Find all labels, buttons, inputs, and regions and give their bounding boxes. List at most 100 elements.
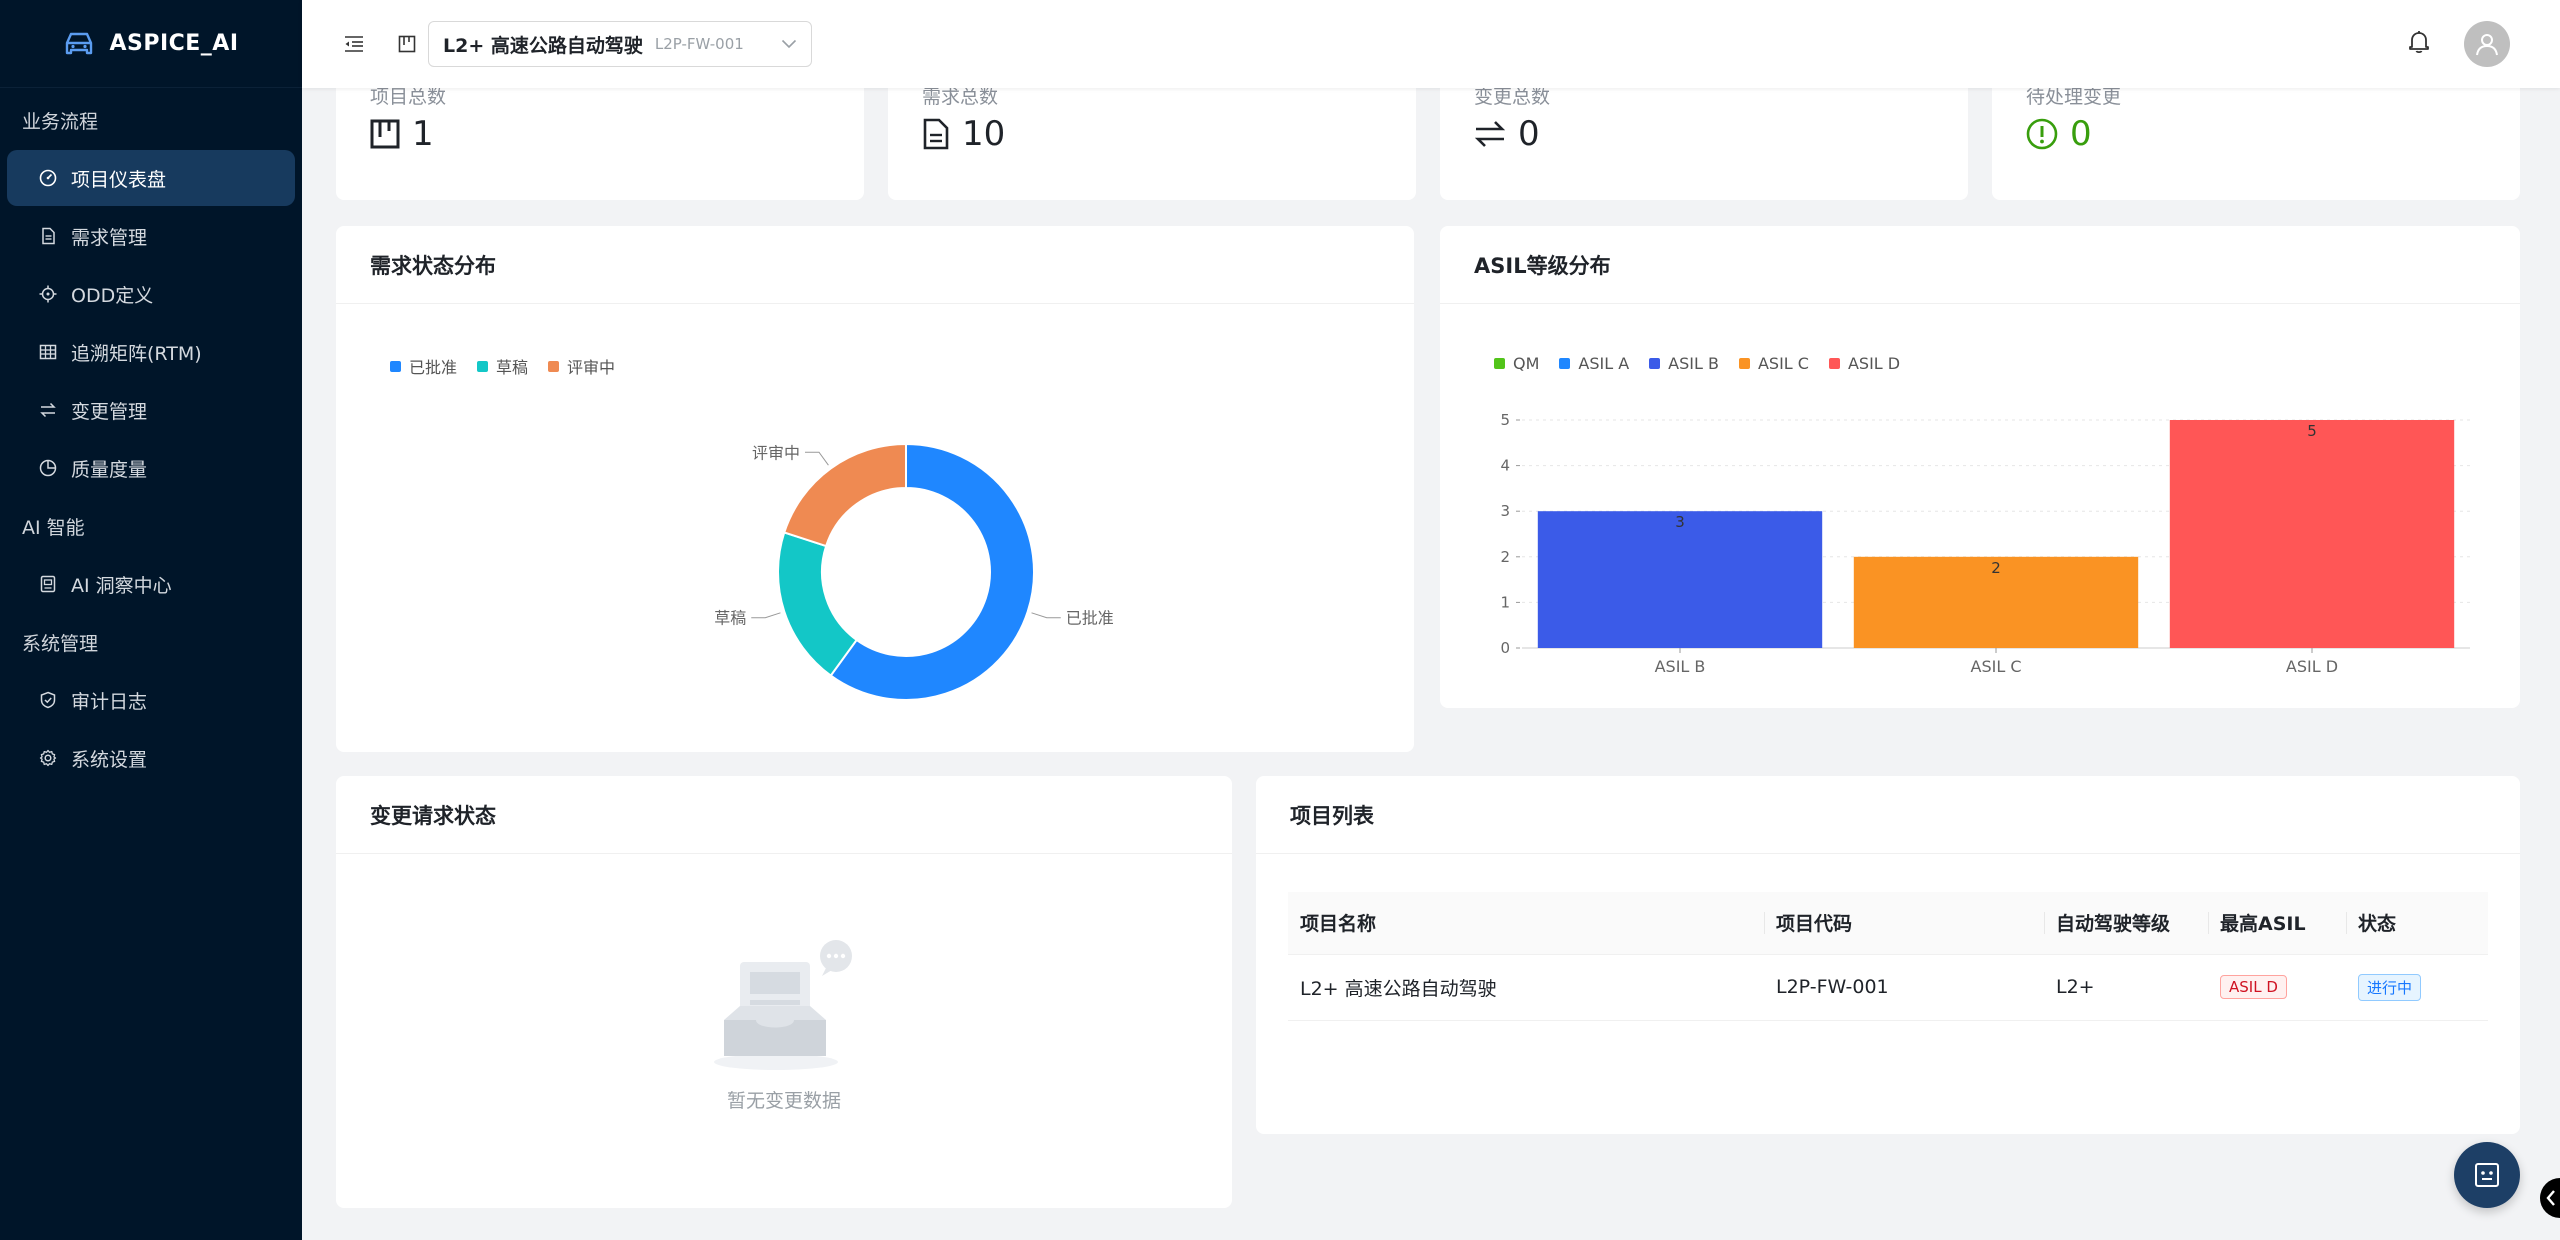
ai-assistant-button[interactable] bbox=[2454, 1142, 2520, 1208]
empty-inbox-icon bbox=[714, 940, 852, 1070]
table-row[interactable]: L2+ 高速公路自动驾驶 L2P-FW-001 L2+ ASIL D 进行中 bbox=[1288, 954, 2488, 1021]
x-tick-label: ASIL D bbox=[2286, 657, 2338, 676]
change-request-card: 变更请求状态 暂无变更数据 bbox=[336, 776, 1232, 1208]
table-icon bbox=[39, 344, 57, 360]
x-tick-label: ASIL C bbox=[1971, 657, 2022, 676]
sidebar-item-label: 追溯矩阵(RTM) bbox=[71, 342, 202, 365]
nav-group-business: 业务流程 项目仪表盘 需求管理 ODD定义 追溯矩阵(RTM) 变更管理 质量度… bbox=[0, 92, 302, 496]
slice-label: 评审中 bbox=[752, 443, 800, 462]
sidebar-item-rtm[interactable]: 追溯矩阵(RTM) bbox=[7, 324, 295, 380]
card-title: 项目列表 bbox=[1256, 776, 2520, 854]
robot-icon bbox=[2475, 1163, 2499, 1187]
side-collapse-button[interactable] bbox=[2540, 1178, 2560, 1218]
nav-group-title: 系统管理 bbox=[22, 632, 99, 655]
bar-value-label: 2 bbox=[1991, 559, 2001, 577]
sidebar-item-quality[interactable]: 质量度量 bbox=[7, 440, 295, 496]
user-icon bbox=[2476, 34, 2498, 56]
project-list-card: 项目列表 项目名称 项目代码 自动驾驶等级 最高ASIL 状态 L2+ 高速公路… bbox=[1256, 776, 2520, 1134]
sidebar-item-ai-insights[interactable]: AI 洞察中心 bbox=[7, 556, 295, 612]
project-select-name: L2+ 高速公路自动驾驶 bbox=[443, 34, 643, 57]
column-header-code: 项目代码 bbox=[1764, 892, 2044, 955]
card-title: ASIL等级分布 bbox=[1440, 226, 2520, 304]
y-tick-label: 2 bbox=[1500, 548, 1510, 566]
sidebar-item-audit-log[interactable]: 审计日志 bbox=[7, 672, 295, 728]
cell-status: 进行中 bbox=[2346, 954, 2488, 1021]
stat-value: 0 bbox=[1474, 114, 1540, 154]
cell-max-asil: ASIL D bbox=[2208, 954, 2346, 1021]
cell-project-name: L2+ 高速公路自动驾驶 bbox=[1288, 954, 1764, 1021]
table-header-row: 项目名称 项目代码 自动驾驶等级 最高ASIL 状态 bbox=[1288, 892, 2488, 955]
bar[interactable] bbox=[1537, 511, 1823, 648]
car-icon bbox=[66, 32, 93, 54]
sidebar-item-odd[interactable]: ODD定义 bbox=[7, 266, 295, 322]
empty-text: 暂无变更数据 bbox=[726, 1090, 841, 1112]
sidebar-item-dashboard[interactable]: 项目仪表盘 bbox=[7, 150, 295, 206]
project-table: 项目名称 项目代码 自动驾驶等级 最高ASIL 状态 L2+ 高速公路自动驾驶 … bbox=[1288, 892, 2488, 1021]
nav-group-ai: AI 智能 AI 洞察中心 bbox=[0, 498, 302, 612]
sidebar-item-label: 质量度量 bbox=[71, 458, 148, 481]
y-tick-label: 0 bbox=[1500, 639, 1510, 657]
stat-value: 1 bbox=[370, 114, 434, 154]
donut-slice[interactable] bbox=[783, 442, 907, 548]
column-header-asil: 最高ASIL bbox=[2208, 892, 2346, 955]
card-title: 需求状态分布 bbox=[336, 226, 1414, 304]
slice-label: 已批准 bbox=[1066, 609, 1114, 628]
sidebar-item-label: 需求管理 bbox=[71, 226, 148, 249]
stat-value: 0 bbox=[2026, 114, 2092, 154]
stat-number: 0 bbox=[1518, 114, 1540, 154]
slice-label: 草稿 bbox=[714, 609, 746, 628]
sidebar-item-label: ODD定义 bbox=[71, 284, 154, 307]
stat-card-projects: 项目总数 1 bbox=[336, 80, 864, 200]
project-icon bbox=[398, 35, 416, 53]
slice-label-line bbox=[1031, 612, 1061, 619]
column-header-level: 自动驾驶等级 bbox=[2044, 892, 2208, 955]
exclamation-circle-icon bbox=[2026, 118, 2058, 150]
nav-group-title: AI 智能 bbox=[22, 516, 85, 539]
sidebar-item-requirements[interactable]: 需求管理 bbox=[7, 208, 295, 264]
swap-icon bbox=[40, 402, 56, 418]
header-actions bbox=[2408, 21, 2510, 67]
sidebar-item-label: AI 洞察中心 bbox=[71, 574, 172, 597]
column-header-status: 状态 bbox=[2346, 892, 2488, 955]
stat-number: 0 bbox=[2070, 114, 2092, 154]
notification-button[interactable] bbox=[2408, 30, 2430, 58]
donut-slice[interactable] bbox=[777, 531, 859, 677]
status-badge: 进行中 bbox=[2358, 973, 2422, 1001]
dashboard-icon bbox=[39, 169, 57, 187]
stat-number: 1 bbox=[412, 114, 434, 154]
robot-icon bbox=[40, 575, 56, 593]
y-tick-label: 5 bbox=[1500, 411, 1510, 429]
nav-group-title: 业务流程 bbox=[22, 110, 99, 133]
stat-card-changes: 变更总数 0 bbox=[1440, 80, 1968, 200]
bar-value-label: 3 bbox=[1675, 513, 1685, 531]
empty-state: 暂无变更数据 bbox=[336, 936, 1232, 1113]
sidebar-item-settings[interactable]: 系统设置 bbox=[7, 730, 295, 786]
column-header-name: 项目名称 bbox=[1288, 892, 1764, 955]
nav-group-system: 系统管理 审计日志 系统设置 bbox=[0, 614, 302, 786]
sidebar-item-label: 项目仪表盘 bbox=[71, 168, 167, 191]
y-tick-label: 3 bbox=[1500, 502, 1510, 520]
app-logo[interactable]: ASPICE_AI bbox=[0, 0, 302, 88]
sidebar-item-change[interactable]: 变更管理 bbox=[7, 382, 295, 438]
bar[interactable] bbox=[2169, 420, 2455, 648]
menu-fold-icon bbox=[345, 36, 363, 52]
chevron-left-icon bbox=[2546, 1190, 2555, 1206]
stat-value: 10 bbox=[922, 114, 1005, 154]
sidebar-item-label: 系统设置 bbox=[71, 748, 148, 771]
avatar[interactable] bbox=[2464, 21, 2510, 67]
app-title: ASPICE_AI bbox=[109, 31, 239, 56]
project-icon bbox=[370, 119, 400, 149]
target-icon bbox=[39, 285, 57, 303]
file-icon bbox=[923, 118, 949, 150]
y-tick-label: 4 bbox=[1500, 457, 1510, 475]
menu-fold-button[interactable] bbox=[344, 35, 364, 53]
project-select[interactable]: L2+ 高速公路自动驾驶 L2P-FW-001 bbox=[428, 21, 812, 67]
requirement-status-chart: 已批准 草稿 评审中 bbox=[714, 442, 1114, 701]
sidebar: ASPICE_AI 业务流程 项目仪表盘 需求管理 ODD定义 追溯矩阵(RTM… bbox=[0, 0, 302, 1240]
slice-label-line bbox=[805, 451, 829, 466]
stat-card-pending-changes: 待处理变更 0 bbox=[1992, 80, 2520, 200]
swap-icon bbox=[1474, 121, 1506, 147]
file-icon bbox=[42, 227, 55, 245]
top-header: L2+ 高速公路自动驾驶 L2P-FW-001 bbox=[302, 0, 2560, 88]
gear-icon bbox=[39, 749, 57, 767]
